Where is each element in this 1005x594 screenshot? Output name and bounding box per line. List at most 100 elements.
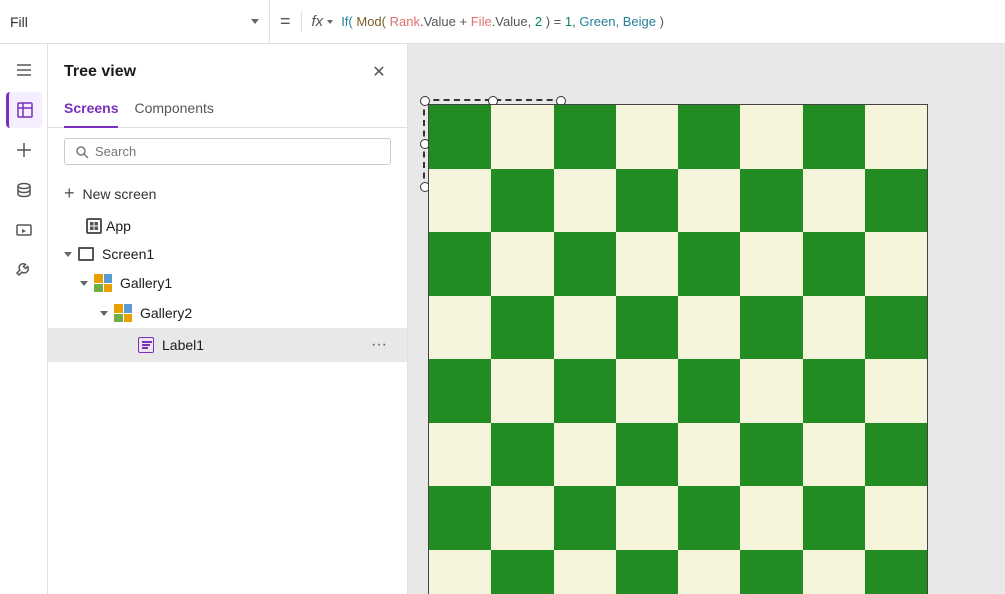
checker-cell	[429, 550, 491, 594]
tabs-row: Screens Components	[48, 92, 407, 128]
checker-cell	[616, 232, 678, 296]
checker-cell	[740, 169, 802, 233]
screen1-label: Screen1	[102, 246, 391, 262]
app-label: App	[106, 218, 391, 234]
checker-cell	[678, 296, 740, 360]
fill-dropdown-chevron	[251, 19, 259, 24]
checker-cell	[429, 105, 491, 169]
label1-label: Label1	[162, 337, 363, 353]
label1-more-button[interactable]: ···	[367, 334, 391, 356]
checker-cell	[740, 105, 802, 169]
tab-screens[interactable]: Screens	[64, 92, 118, 128]
checker-cell	[740, 232, 802, 296]
checker-cell	[554, 296, 616, 360]
search-input[interactable]	[95, 144, 380, 159]
checker-cell	[740, 423, 802, 487]
formula-text[interactable]: If( Mod( Rank.Value + File.Value, 2 ) = …	[341, 14, 664, 29]
checker-cell	[740, 486, 802, 550]
list-item-gallery2[interactable]: Gallery2	[48, 298, 407, 328]
close-tree-button[interactable]: ✕	[367, 60, 391, 84]
screen-icon	[78, 247, 94, 261]
top-bar: Fill = fx If( Mod( Rank.Value + File.Val…	[0, 0, 1005, 44]
checker-cell	[865, 232, 927, 296]
main-content: Tree view ✕ Screens Components + New scr…	[0, 44, 1005, 594]
checker-cell	[678, 359, 740, 423]
media-icon[interactable]	[6, 212, 42, 248]
data-icon[interactable]	[6, 172, 42, 208]
tab-components[interactable]: Components	[134, 92, 213, 128]
checker-cell	[429, 359, 491, 423]
checker-cell	[491, 486, 553, 550]
checker-cell	[616, 105, 678, 169]
fx-chevron	[327, 20, 333, 24]
checker-cell	[678, 169, 740, 233]
checker-cell	[616, 423, 678, 487]
checker-cell	[491, 550, 553, 594]
checker-cell	[429, 486, 491, 550]
checker-cell	[616, 550, 678, 594]
checker-cell	[803, 550, 865, 594]
checker-cell	[616, 359, 678, 423]
checker-cell	[865, 423, 927, 487]
checker-cell	[491, 232, 553, 296]
checker-cell	[803, 169, 865, 233]
checker-cell	[803, 296, 865, 360]
checker-cell	[678, 486, 740, 550]
checker-cell	[678, 232, 740, 296]
checker-cell	[554, 550, 616, 594]
checker-cell	[803, 105, 865, 169]
checker-cell	[678, 423, 740, 487]
checker-cell	[803, 423, 865, 487]
checker-cell	[491, 296, 553, 360]
list-item-screen1[interactable]: Screen1	[48, 240, 407, 268]
checker-cell	[616, 486, 678, 550]
hamburger-menu-icon[interactable]	[6, 52, 42, 88]
icon-rail	[0, 44, 48, 594]
search-icon	[75, 145, 89, 159]
new-screen-button[interactable]: + New screen	[48, 175, 407, 212]
checker-cell	[429, 296, 491, 360]
canvas-area[interactable]	[408, 44, 1005, 594]
checker-cell	[429, 232, 491, 296]
equals-sign: =	[270, 11, 302, 32]
gallery1-chevron	[80, 281, 88, 286]
checker-cell	[616, 296, 678, 360]
checker-cell	[554, 232, 616, 296]
checker-cell	[803, 232, 865, 296]
checker-cell	[429, 169, 491, 233]
gallery1-label: Gallery1	[120, 275, 391, 291]
checker-cell	[616, 169, 678, 233]
fill-dropdown[interactable]: Fill	[0, 0, 270, 43]
screen1-chevron	[64, 252, 72, 257]
plus-icon: +	[64, 183, 75, 204]
checker-cell	[554, 169, 616, 233]
gallery2-icon	[114, 304, 132, 322]
checker-cell	[491, 105, 553, 169]
checker-cell	[491, 169, 553, 233]
checker-cell	[554, 359, 616, 423]
add-icon[interactable]	[6, 132, 42, 168]
layers-icon[interactable]	[6, 92, 42, 128]
gallery2-label: Gallery2	[140, 305, 391, 321]
checker-cell	[678, 550, 740, 594]
new-screen-label: New screen	[83, 186, 157, 202]
checker-cell	[865, 169, 927, 233]
list-item-app[interactable]: App	[48, 212, 407, 240]
wrench-icon[interactable]	[6, 252, 42, 288]
search-box[interactable]	[64, 138, 391, 165]
list-item-label1[interactable]: Label1 ···	[48, 328, 407, 362]
checker-cell	[740, 550, 802, 594]
formula-bar[interactable]: fx If( Mod( Rank.Value + File.Value, 2 )…	[302, 13, 1005, 30]
checker-cell	[865, 105, 927, 169]
list-item-gallery1[interactable]: Gallery1	[48, 268, 407, 298]
checker-cell	[865, 296, 927, 360]
checkerboard-canvas[interactable]	[428, 104, 928, 594]
fx-icon: fx	[312, 13, 334, 30]
tree-panel-title: Tree view	[64, 63, 136, 81]
checker-cell	[554, 486, 616, 550]
fill-label: Fill	[10, 14, 245, 30]
checker-cell	[740, 296, 802, 360]
checker-cell	[554, 105, 616, 169]
tree-items: App Screen1 Gallery1	[48, 212, 407, 594]
checker-cell	[429, 423, 491, 487]
